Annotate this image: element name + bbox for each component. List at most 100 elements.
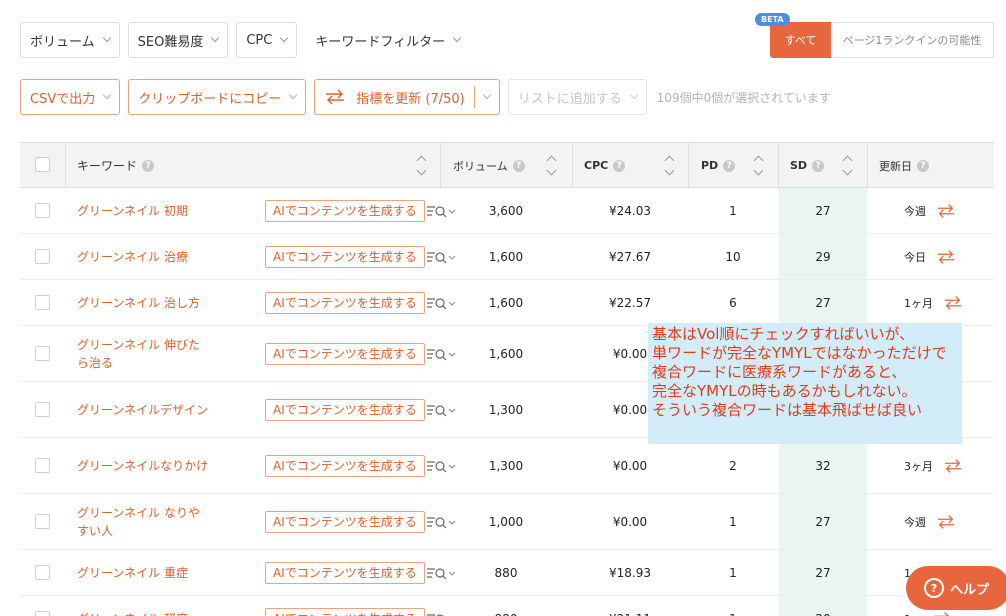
- header-pd[interactable]: PD?: [701, 143, 736, 188]
- keyword-link[interactable]: グリーンネイル 重症: [77, 550, 209, 595]
- generate-ai-content-button[interactable]: AIでコンテンツを生成する: [265, 398, 425, 421]
- keyword-filter-label: キーワードフィルター: [315, 34, 446, 50]
- help-icon[interactable]: ?: [917, 159, 929, 172]
- pd-cell: 1: [729, 514, 737, 529]
- header-sd[interactable]: SD?: [790, 143, 825, 188]
- header-sd-label: SD: [790, 159, 808, 172]
- sort-sd-icon[interactable]: [842, 155, 852, 177]
- update-metrics-button[interactable]: 指標を更新 (7/50): [314, 79, 500, 115]
- updated-label: 今週: [904, 204, 926, 218]
- row-checkbox[interactable]: [35, 202, 50, 218]
- table-header: キーワード? ボリューム? CPC? PD? SD? 更新日?: [20, 142, 994, 188]
- refresh-swap-icon[interactable]: [943, 295, 963, 311]
- help-icon[interactable]: ?: [142, 159, 155, 172]
- keyword-link[interactable]: グリーンネイル 初期: [77, 188, 209, 233]
- generate-ai-content-button[interactable]: AIでコンテンツを生成する: [265, 291, 425, 314]
- annotation-line: 基本はVol順にチェックすればいいが、: [652, 325, 915, 343]
- keyword-filter-dropdown[interactable]: キーワードフィルター: [305, 22, 471, 58]
- sd-cell: 32: [815, 458, 831, 473]
- help-label: ヘルプ: [950, 582, 990, 598]
- sd-cell: 27: [815, 203, 831, 218]
- generate-ai-content-button[interactable]: AIでコンテンツを生成する: [265, 342, 425, 365]
- chevron-down-icon: [629, 90, 638, 100]
- toggle-all-button[interactable]: BETA すべて: [755, 13, 831, 58]
- table-row: グリーンネイル 治療 AIでコンテンツを生成する 1,600 ¥27.67 10 29 今日: [20, 234, 994, 280]
- row-checkbox[interactable]: [35, 345, 50, 361]
- chevron-down-icon: [102, 33, 111, 43]
- refresh-swap-icon[interactable]: [936, 203, 956, 219]
- keyword-link[interactable]: グリーンネイルなりかけ: [77, 438, 209, 493]
- selection-info: 109個中0個が選択されています: [656, 90, 831, 105]
- keyword-link[interactable]: グリーンネイル 治し方: [77, 280, 209, 325]
- generate-ai-content-button[interactable]: AIでコンテンツを生成する: [265, 454, 425, 477]
- annotation-line: 単ワードが完全なYMYLではなかっただけで: [652, 344, 947, 362]
- refresh-swap-icon[interactable]: [936, 249, 956, 265]
- updated-cell: 今週: [878, 188, 978, 233]
- annotation-line: そういう複合ワードは基本飛ばせば良い: [652, 401, 923, 419]
- filter-bar: ボリューム SEO難易度 CPC キーワードフィルター: [20, 22, 471, 58]
- header-keyword[interactable]: キーワード?: [77, 143, 155, 188]
- table-row: グリーンネイル 軽度 AIでコンテンツを生成する 880¥21.11120 1ヶ: [20, 596, 994, 616]
- generate-ai-content-button[interactable]: AIでコンテンツを生成する: [265, 199, 425, 222]
- generate-ai-content-button[interactable]: AIでコンテンツを生成する: [265, 510, 425, 533]
- refresh-swap-icon: [326, 89, 345, 105]
- keyword-link[interactable]: グリーンネイル なりやすい人: [77, 494, 209, 549]
- copy-clipboard-button[interactable]: クリップボードにコピー: [128, 79, 307, 115]
- row-checkbox[interactable]: [35, 513, 50, 529]
- help-icon[interactable]: ?: [723, 159, 736, 172]
- csv-export-button[interactable]: CSVで出力: [20, 79, 121, 115]
- pd-cell: 2: [729, 458, 737, 473]
- sd-cell: 27: [815, 514, 831, 529]
- cpc-cell: ¥24.03: [609, 203, 651, 218]
- row-checkbox[interactable]: [35, 564, 50, 580]
- cpc-cell: ¥0.00: [612, 458, 648, 473]
- sort-pd-icon[interactable]: [753, 155, 763, 177]
- annotation-line: 複合ワードに医療系ワードがあると、: [652, 363, 907, 381]
- generate-ai-content-button[interactable]: AIでコンテンツを生成する: [265, 607, 425, 616]
- volume-filter-dropdown[interactable]: ボリューム: [20, 22, 120, 58]
- volume-cell: 1,300: [488, 402, 524, 417]
- column-divider: [65, 143, 66, 188]
- refresh-swap-icon[interactable]: [943, 458, 963, 474]
- header-cpc[interactable]: CPC?: [584, 143, 626, 188]
- volume-cell: 880: [494, 565, 518, 580]
- keyword-link[interactable]: グリーンネイル 伸びたら治る: [77, 326, 209, 381]
- help-icon[interactable]: ?: [512, 159, 525, 172]
- sd-cell: 27: [815, 565, 831, 580]
- updated-label: 1ヶ月: [904, 296, 933, 310]
- update-metrics-label: 指標を更新 (7/50): [356, 91, 465, 107]
- add-to-list-button[interactable]: リストに追加する: [507, 79, 647, 115]
- sort-cpc-icon[interactable]: [664, 155, 674, 177]
- refresh-swap-icon[interactable]: [936, 514, 956, 530]
- cpc-filter-dropdown[interactable]: CPC: [236, 22, 298, 58]
- pd-cell: 6: [729, 295, 737, 310]
- help-icon[interactable]: ?: [812, 159, 825, 172]
- row-checkbox[interactable]: [35, 401, 50, 417]
- header-volume[interactable]: ボリューム?: [453, 143, 525, 188]
- row-checkbox[interactable]: [35, 457, 50, 473]
- updated-label: 3ヶ月: [904, 459, 933, 473]
- help-button[interactable]: ? ヘルプ: [906, 566, 1006, 610]
- select-all-checkbox[interactable]: [35, 157, 50, 172]
- keyword-link[interactable]: グリーンネイル 治療: [77, 234, 209, 279]
- generate-ai-content-button[interactable]: AIでコンテンツを生成する: [265, 561, 425, 584]
- toggle-page1-button[interactable]: ページ1ランクインの可能性: [831, 22, 994, 58]
- header-updated[interactable]: 更新日?: [879, 143, 929, 188]
- refresh-swap-icon[interactable]: [932, 611, 952, 616]
- keyword-link[interactable]: グリーンネイルデザイン: [77, 382, 209, 437]
- row-checkbox[interactable]: [35, 610, 50, 616]
- sort-keyword-icon[interactable]: [416, 155, 426, 177]
- keyword-link[interactable]: グリーンネイル 軽度: [77, 596, 209, 616]
- chevron-down-icon: [102, 90, 112, 100]
- help-icon[interactable]: ?: [613, 159, 626, 172]
- updated-cell: 今日: [878, 234, 978, 279]
- generate-ai-content-button[interactable]: AIでコンテンツを生成する: [265, 245, 425, 268]
- row-checkbox[interactable]: [35, 294, 50, 310]
- updated-label: 1ヶ: [904, 611, 922, 616]
- sort-volume-icon[interactable]: [546, 155, 556, 177]
- volume-cell: 880: [440, 596, 572, 616]
- column-divider: [572, 143, 573, 188]
- seo-difficulty-dropdown[interactable]: SEO難易度: [127, 22, 229, 58]
- question-icon: ?: [924, 578, 944, 598]
- row-checkbox[interactable]: [35, 248, 50, 264]
